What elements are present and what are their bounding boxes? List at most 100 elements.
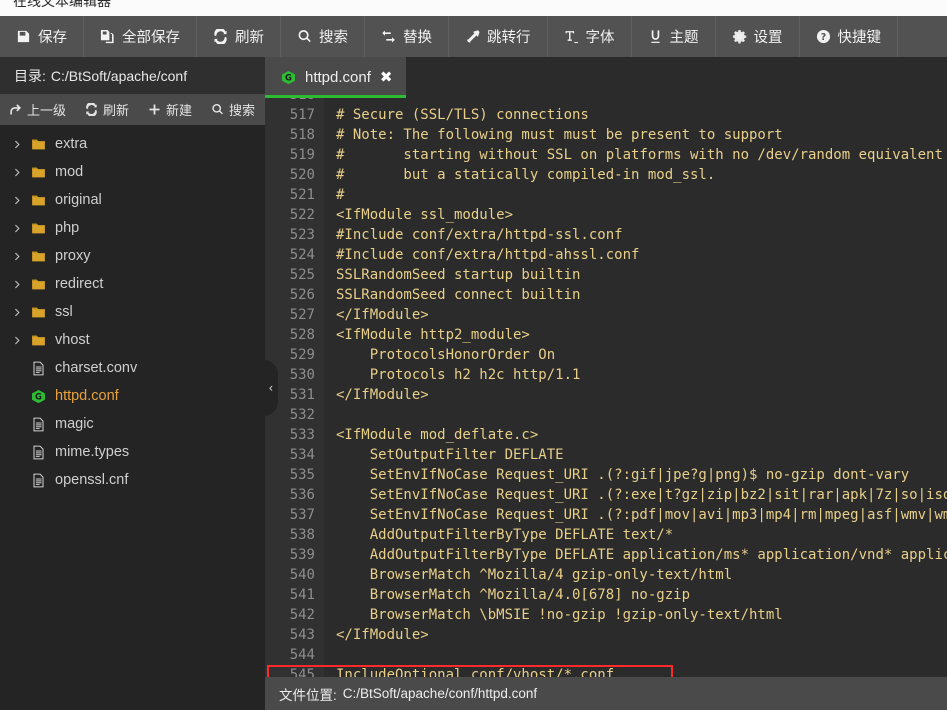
tree-item-label: extra (55, 136, 88, 152)
code-line-522[interactable]: 522 <IfModule ssl_module> (265, 205, 947, 225)
tree-file-mime.types[interactable]: mime.types (0, 438, 265, 466)
code-line-533[interactable]: 533 <IfModule mod_deflate.c> (265, 425, 947, 445)
code-line-538[interactable]: 538 AddOutputFilterByType DEFLATE text/* (265, 525, 947, 545)
code-text: </IfModule> (336, 307, 429, 323)
save-all-icon (100, 29, 115, 44)
code-line-520[interactable]: 520 # but a statically compiled-in mod_ss… (265, 165, 947, 185)
code-line-521[interactable]: 521 # (265, 185, 947, 205)
code-line-518[interactable]: 518 # Note: The following must must be pr… (265, 125, 947, 145)
code-line-534[interactable]: 534 SetOutputFilter DEFLATE (265, 445, 947, 465)
code-line-516[interactable]: 516 (265, 98, 947, 105)
code-text: # starting without SSL on platforms with… (336, 147, 943, 163)
tree-folder-original[interactable]: original (0, 186, 265, 214)
toolbar-button-9[interactable]: ? 快捷键 (800, 16, 898, 57)
refresh-icon (85, 103, 98, 116)
code-line-542[interactable]: 542 BrowserMatch \bMSIE !no-gzip !gzip-o… (265, 605, 947, 625)
file-browser-action-1[interactable]: 刷新 (76, 94, 139, 125)
tree-file-openssl.cnf[interactable]: openssl.cnf (0, 466, 265, 494)
chevron-right-icon[interactable] (8, 307, 26, 318)
code-line-525[interactable]: 525 SSLRandomSeed startup builtin (265, 265, 947, 285)
tree-item-label: httpd.conf (55, 388, 119, 404)
close-icon[interactable]: ✖ (380, 70, 393, 85)
toolbar-button-0[interactable]: 保存 (0, 16, 84, 57)
window-titlebar: 在线文本编辑器 (0, 0, 947, 16)
code-text: SetOutputFilter DEFLATE (336, 447, 564, 463)
code-text: </IfModule> (336, 627, 429, 643)
file-browser-action-2[interactable]: 新建 (139, 94, 202, 125)
tree-folder-proxy[interactable]: proxy (0, 242, 265, 270)
editor-tab-label: httpd.conf (305, 69, 371, 86)
chevron-right-icon[interactable] (8, 139, 26, 150)
tree-item-label: charset.conv (55, 360, 138, 376)
chevron-right-icon[interactable] (8, 195, 26, 206)
tree-folder-vhost[interactable]: vhost (0, 326, 265, 354)
code-line-517[interactable]: 517 # Secure (SSL/TLS) connections (265, 105, 947, 125)
code-line-528[interactable]: 528 <IfModule http2_module> (265, 325, 947, 345)
tree-folder-extra[interactable]: extra (0, 130, 265, 158)
tree-item-label: php (55, 220, 80, 236)
line-number: 529 (265, 345, 324, 365)
code-line-527[interactable]: 527 </IfModule> (265, 305, 947, 325)
folder-icon (26, 305, 50, 320)
file-location-label: 文件位置: (279, 687, 337, 703)
tree-file-charset.conv[interactable]: charset.conv (0, 354, 265, 382)
code-line-519[interactable]: 519 # starting without SSL on platforms w… (265, 145, 947, 165)
toolbar-button-5[interactable]: 跳转行 (449, 16, 548, 57)
code-viewport[interactable]: ‹ 516517# Secure (SSL/TLS) connections51… (265, 98, 947, 677)
file-browser-action-label: 刷新 (103, 103, 130, 118)
chevron-right-icon[interactable] (8, 335, 26, 346)
code-line-544[interactable]: 544 (265, 645, 947, 665)
code-line-539[interactable]: 539 AddOutputFilterByType DEFLATE applic… (265, 545, 947, 565)
code-line-526[interactable]: 526 SSLRandomSeed connect builtin (265, 285, 947, 305)
toolbar-button-4[interactable]: 替换 (365, 16, 449, 57)
folder-icon (26, 333, 50, 348)
tree-folder-ssl[interactable]: ssl (0, 298, 265, 326)
code-line-543[interactable]: 543 </IfModule> (265, 625, 947, 645)
file-tree: extra mod original php proxy redirect ssl vhost… (0, 125, 265, 494)
chevron-right-icon[interactable] (8, 251, 26, 262)
code-line-536[interactable]: 536 SetEnvIfNoCase Request_URI .(?:exe|t… (265, 485, 947, 505)
code-line-531[interactable]: 531 </IfModule> (265, 385, 947, 405)
toolbar-button-8[interactable]: 设置 (716, 16, 800, 57)
file-icon (26, 473, 50, 488)
file-icon (26, 361, 50, 376)
code-line-532[interactable]: 532 (265, 405, 947, 425)
toolbar-button-1[interactable]: 全部保存 (84, 16, 197, 57)
tree-file-magic[interactable]: magic (0, 410, 265, 438)
line-number: 518 (265, 125, 324, 145)
code-line-545[interactable]: 545 IncludeOptional conf/vhost/*.conf (265, 665, 947, 677)
code-line-537[interactable]: 537 SetEnvIfNoCase Request_URI .(?:pdf|m… (265, 505, 947, 525)
file-browser-action-label: 搜索 (229, 103, 256, 118)
chevron-right-icon[interactable] (8, 279, 26, 290)
code-text: # but a statically compiled-in mod_ssl. (336, 167, 716, 183)
toolbar-button-7[interactable]: 主题 (632, 16, 716, 57)
file-browser-action-0[interactable]: 上一级 (0, 94, 76, 125)
tree-folder-mod[interactable]: mod (0, 158, 265, 186)
editor-panel: G httpd.conf ✖ ‹ 516517 # Secure (SSL/TLS… (265, 57, 947, 710)
toolbar-button-6[interactable]: 字体 (548, 16, 632, 57)
tree-folder-redirect[interactable]: redirect (0, 270, 265, 298)
line-number: 545 (265, 665, 324, 677)
code-line-529[interactable]: 529 ProtocolsHonorOrder On (265, 345, 947, 365)
code-line-530[interactable]: 530 Protocols h2 h2c http/1.1 (265, 365, 947, 385)
code-line-541[interactable]: 541 BrowserMatch ^Mozilla/4.0[678] no-gz… (265, 585, 947, 605)
tree-file-httpd.conf[interactable]: Ghttpd.conf (0, 382, 265, 410)
editor-tab-httpd-conf[interactable]: G httpd.conf ✖ (265, 57, 407, 98)
tree-folder-php[interactable]: php (0, 214, 265, 242)
directory-label: 目录: (14, 67, 46, 84)
line-number: 543 (265, 625, 324, 645)
line-number: 542 (265, 605, 324, 625)
toolbar-button-2[interactable]: 刷新 (197, 16, 281, 57)
code-line-540[interactable]: 540 BrowserMatch ^Mozilla/4 gzip-only-te… (265, 565, 947, 585)
panel-collapse-handle[interactable]: ‹ (265, 360, 278, 416)
file-browser-action-3[interactable]: 搜索 (202, 94, 265, 125)
chevron-right-icon[interactable] (8, 167, 26, 178)
code-line-524[interactable]: 524 #Include conf/extra/httpd-ahssl.conf (265, 245, 947, 265)
code-line-523[interactable]: 523 #Include conf/extra/httpd-ssl.conf (265, 225, 947, 245)
chevron-right-icon[interactable] (8, 223, 26, 234)
code-text: SSLRandomSeed connect builtin (336, 287, 581, 303)
toolbar-button-3[interactable]: 搜索 (281, 16, 365, 57)
code-line-535[interactable]: 535 SetEnvIfNoCase Request_URI .(?:gif|j… (265, 465, 947, 485)
line-number: 527 (265, 305, 324, 325)
